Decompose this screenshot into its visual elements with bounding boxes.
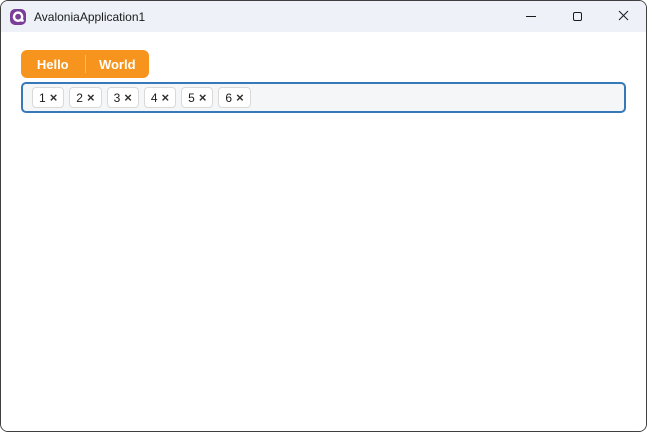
tab-world[interactable]: World bbox=[86, 50, 150, 78]
tag-chip-value: 5 bbox=[188, 90, 195, 105]
titlebar: AvaloniaApplication1 bbox=[1, 1, 646, 32]
tag-chip-value: 4 bbox=[150, 90, 158, 105]
tag-chip: 2 × bbox=[69, 87, 102, 108]
content-area: Hello World 1 × 2 × 3 × 4 × 5 × 6 × bbox=[1, 50, 646, 431]
close-button[interactable] bbox=[600, 1, 646, 32]
tag-remove-icon[interactable]: × bbox=[124, 91, 132, 104]
tag-chip-value: 2 bbox=[76, 90, 83, 105]
tab-hello[interactable]: Hello bbox=[21, 50, 85, 78]
tag-chip: 4 × bbox=[143, 87, 177, 108]
tag-input[interactable]: 1 × 2 × 3 × 4 × 5 × 6 × bbox=[21, 82, 626, 113]
tabstrip: Hello World bbox=[21, 50, 149, 78]
minimize-button[interactable] bbox=[508, 1, 554, 32]
tag-remove-icon[interactable]: × bbox=[87, 91, 95, 104]
tag-chip: 1 × bbox=[32, 87, 65, 108]
tag-remove-icon[interactable]: × bbox=[236, 91, 244, 104]
close-icon bbox=[618, 9, 629, 24]
app-window: AvaloniaApplication1 Hello World 1 × 2 ×… bbox=[0, 0, 647, 432]
maximize-button[interactable] bbox=[554, 1, 600, 32]
avalonia-logo-icon bbox=[10, 8, 26, 25]
tag-chip: 6 × bbox=[218, 87, 251, 108]
tag-chip: 3 × bbox=[106, 87, 139, 108]
tag-chip-value: 1 bbox=[39, 90, 46, 105]
tag-chip-value: 6 bbox=[225, 90, 233, 105]
maximize-icon bbox=[572, 12, 582, 21]
tag-remove-icon[interactable]: × bbox=[162, 91, 170, 104]
tag-chip: 5 × bbox=[181, 87, 214, 108]
minimize-icon bbox=[526, 16, 536, 17]
tag-remove-icon[interactable]: × bbox=[199, 91, 207, 104]
tag-remove-icon[interactable]: × bbox=[50, 91, 58, 104]
tag-chip-value: 3 bbox=[113, 90, 121, 105]
window-title: AvaloniaApplication1 bbox=[34, 9, 146, 24]
